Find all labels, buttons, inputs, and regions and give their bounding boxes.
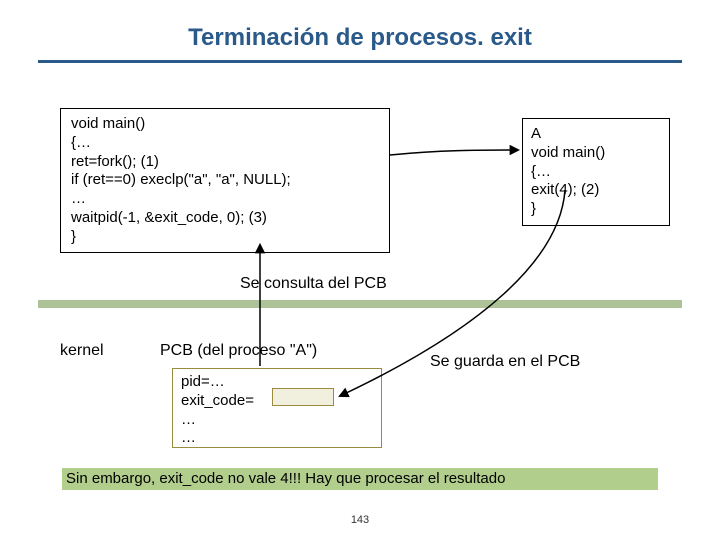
- arrows-overlay: [0, 0, 720, 540]
- pcb-title: PCB (del proceso "A"): [160, 342, 317, 360]
- code-line: }: [531, 200, 661, 219]
- slide: Terminación de procesos. exit void main(…: [0, 0, 720, 540]
- pcb-box: pid=… exit_code= … …: [172, 368, 382, 448]
- code-line: waitpid(-1, &exit_code, 0); (3): [71, 209, 379, 228]
- code-line: {…: [531, 163, 661, 182]
- kernel-divider-band: [38, 300, 682, 308]
- child-label: A: [531, 125, 661, 144]
- exitcode-highlight-box: [272, 388, 334, 406]
- code-line: ret=fork(); (1): [71, 153, 379, 172]
- kernel-label: kernel: [60, 342, 104, 360]
- code-line: …: [71, 190, 379, 209]
- slide-title: Terminación de procesos. exit: [0, 24, 720, 52]
- title-divider: [38, 60, 682, 63]
- child-code-box: A void main() {… exit(4); (2) }: [522, 118, 670, 226]
- pcb-line: …: [181, 429, 373, 448]
- parent-code-box: void main() {… ret=fork(); (1) if (ret==…: [60, 108, 390, 253]
- page-number: 143: [0, 514, 720, 526]
- pcb-line: …: [181, 411, 373, 430]
- code-line: void main(): [71, 115, 379, 134]
- code-line: }: [71, 228, 379, 247]
- code-line: {…: [71, 134, 379, 153]
- se-guarda-label: Se guarda en el PCB: [430, 353, 580, 371]
- code-line: void main(): [531, 144, 661, 163]
- code-line: if (ret==0) execlp("a", "a", NULL);: [71, 171, 379, 190]
- footer-text: Sin embargo, exit_code no vale 4!!! Hay …: [66, 468, 505, 490]
- code-line: exit(4); (2): [531, 181, 661, 200]
- se-consulta-label: Se consulta del PCB: [240, 275, 387, 293]
